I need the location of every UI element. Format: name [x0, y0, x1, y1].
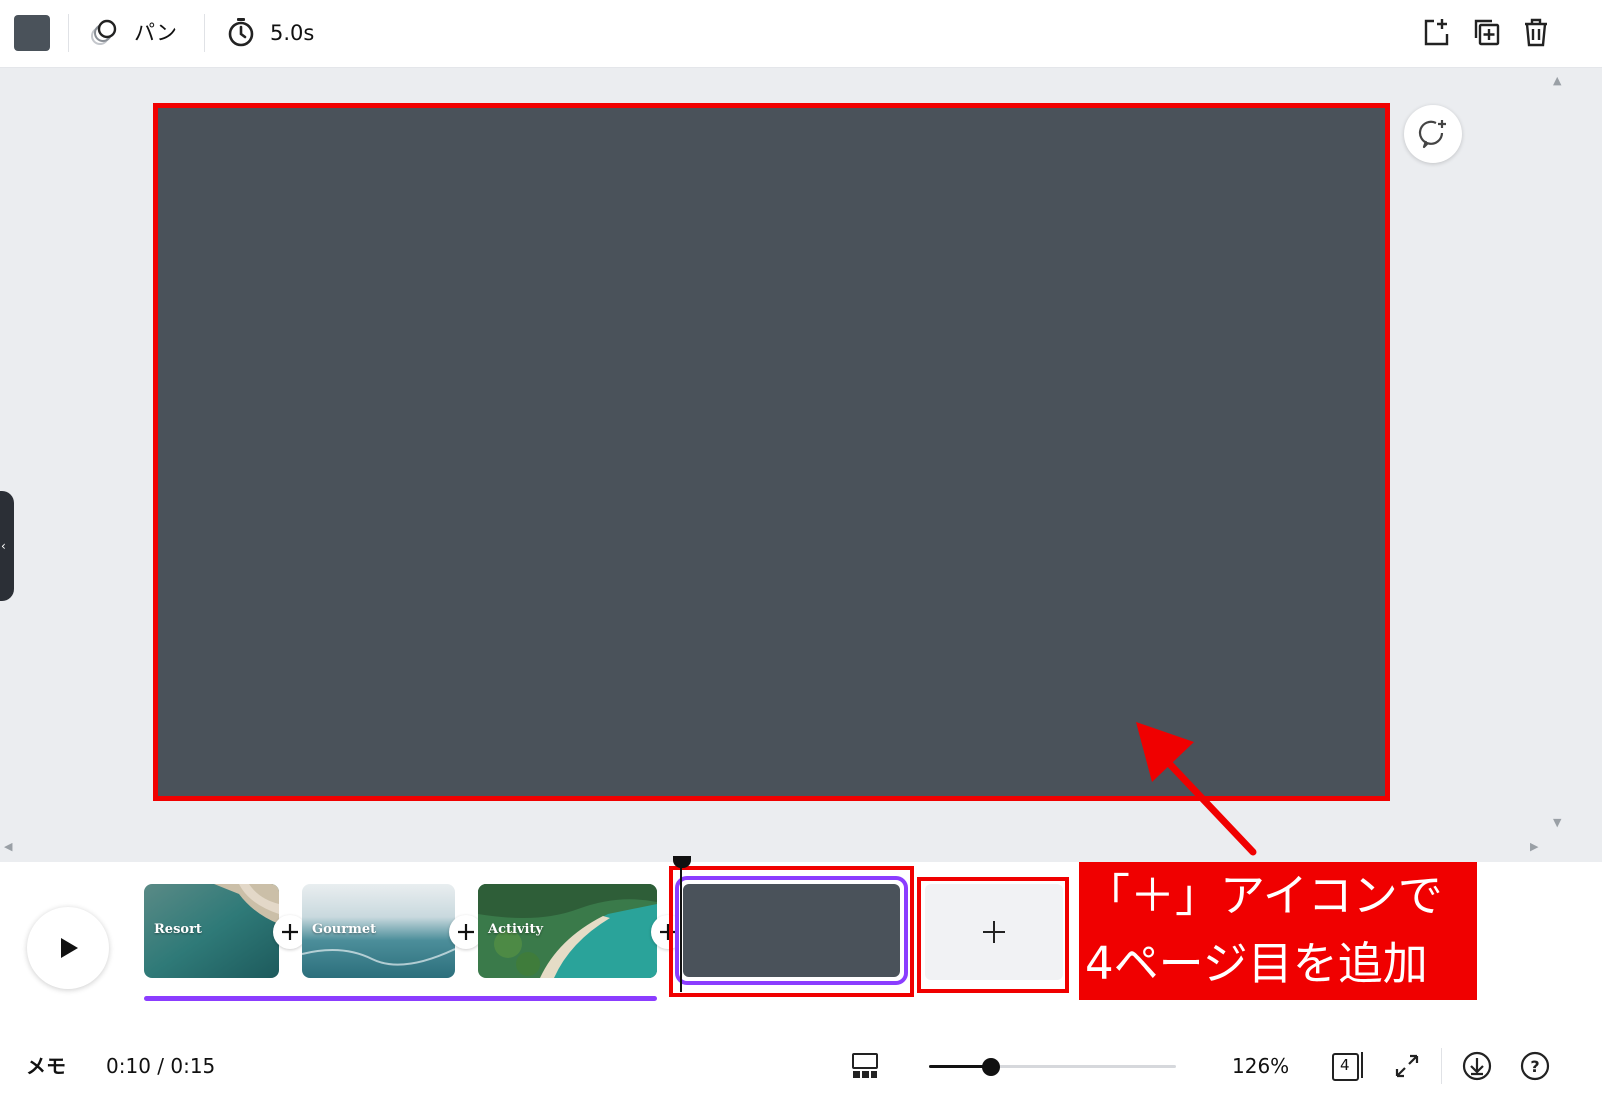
animation-button-label[interactable]: パン: [134, 19, 177, 47]
zoom-slider-handle[interactable]: [981, 1058, 1000, 1076]
callout-arrow: [1136, 722, 1257, 856]
timer-icon[interactable]: [224, 15, 258, 49]
duplicate-page-icon[interactable]: [1468, 14, 1504, 50]
toolbar-divider: [68, 14, 69, 52]
page-thumbnail-3[interactable]: Activity: [478, 884, 657, 978]
thumbnail-label: Resort: [154, 922, 202, 937]
annotation-line-2: 4ページ目を追加: [1085, 937, 1428, 990]
trash-icon[interactable]: [1518, 14, 1554, 50]
notes-button[interactable]: メモ: [26, 1052, 66, 1080]
highlight-selected-page: [669, 866, 914, 997]
download-icon[interactable]: [1459, 1048, 1495, 1084]
scroll-left-arrow[interactable]: ◀: [4, 840, 12, 853]
canvas-area: ‹ ▲ ▼ ◀ ▶: [0, 68, 1602, 862]
scroll-up-arrow[interactable]: ▲: [1553, 74, 1561, 87]
scroll-right-arrow[interactable]: ▶: [1530, 840, 1538, 853]
page-thumbnail-1[interactable]: Resort: [144, 884, 279, 978]
fullscreen-icon[interactable]: [1390, 1050, 1424, 1082]
design-page[interactable]: [153, 103, 1390, 801]
bottom-divider: [1441, 1048, 1442, 1084]
bottom-bar: メモ 0:10 / 0:15 126% 4 ?: [0, 1012, 1602, 1117]
timeline-view-icon[interactable]: [848, 1050, 882, 1082]
scroll-down-arrow[interactable]: ▼: [1553, 816, 1561, 829]
zoom-level[interactable]: 126%: [1232, 1052, 1289, 1080]
play-button[interactable]: [27, 907, 109, 989]
svg-text:?: ?: [1530, 1057, 1539, 1076]
side-panel-toggle[interactable]: ‹: [0, 491, 14, 601]
add-comment-button[interactable]: [1404, 105, 1462, 163]
duration-label[interactable]: 5.0s: [270, 19, 314, 47]
add-page-icon[interactable]: [1418, 14, 1454, 50]
page-thumbnail-2[interactable]: Gourmet: [302, 884, 455, 978]
page-count: 4: [1340, 1056, 1350, 1074]
background-color-swatch[interactable]: [14, 15, 50, 51]
annotation-callout: 「＋」アイコンで 4ページ目を追加: [1079, 862, 1477, 1000]
page-count-icon[interactable]: 4: [1328, 1048, 1366, 1084]
animate-icon[interactable]: [88, 16, 122, 50]
plus-icon: [458, 924, 474, 940]
chevron-left-icon: ‹: [1, 539, 6, 553]
timeline: Resort Gourmet Activity 「＋」アイコンで 4ページ目を追…: [0, 856, 1602, 1012]
editor-toolbar: パン 5.0s: [0, 0, 1602, 68]
comment-add-icon: [1418, 120, 1446, 149]
playback-progress-bar: [144, 996, 657, 1001]
toolbar-divider: [204, 14, 205, 52]
thumbnail-label: Activity: [488, 922, 543, 937]
help-icon[interactable]: ?: [1517, 1048, 1553, 1084]
zoom-slider[interactable]: [929, 1058, 1176, 1076]
playhead: [680, 868, 682, 992]
playback-time: 0:10 / 0:15: [106, 1054, 216, 1078]
thumbnail-label: Gourmet: [312, 922, 377, 937]
plus-icon: [282, 924, 298, 940]
annotation-line-1: 「＋」アイコンで: [1085, 869, 1443, 922]
highlight-add-page: [917, 877, 1069, 993]
play-icon: [61, 938, 78, 958]
